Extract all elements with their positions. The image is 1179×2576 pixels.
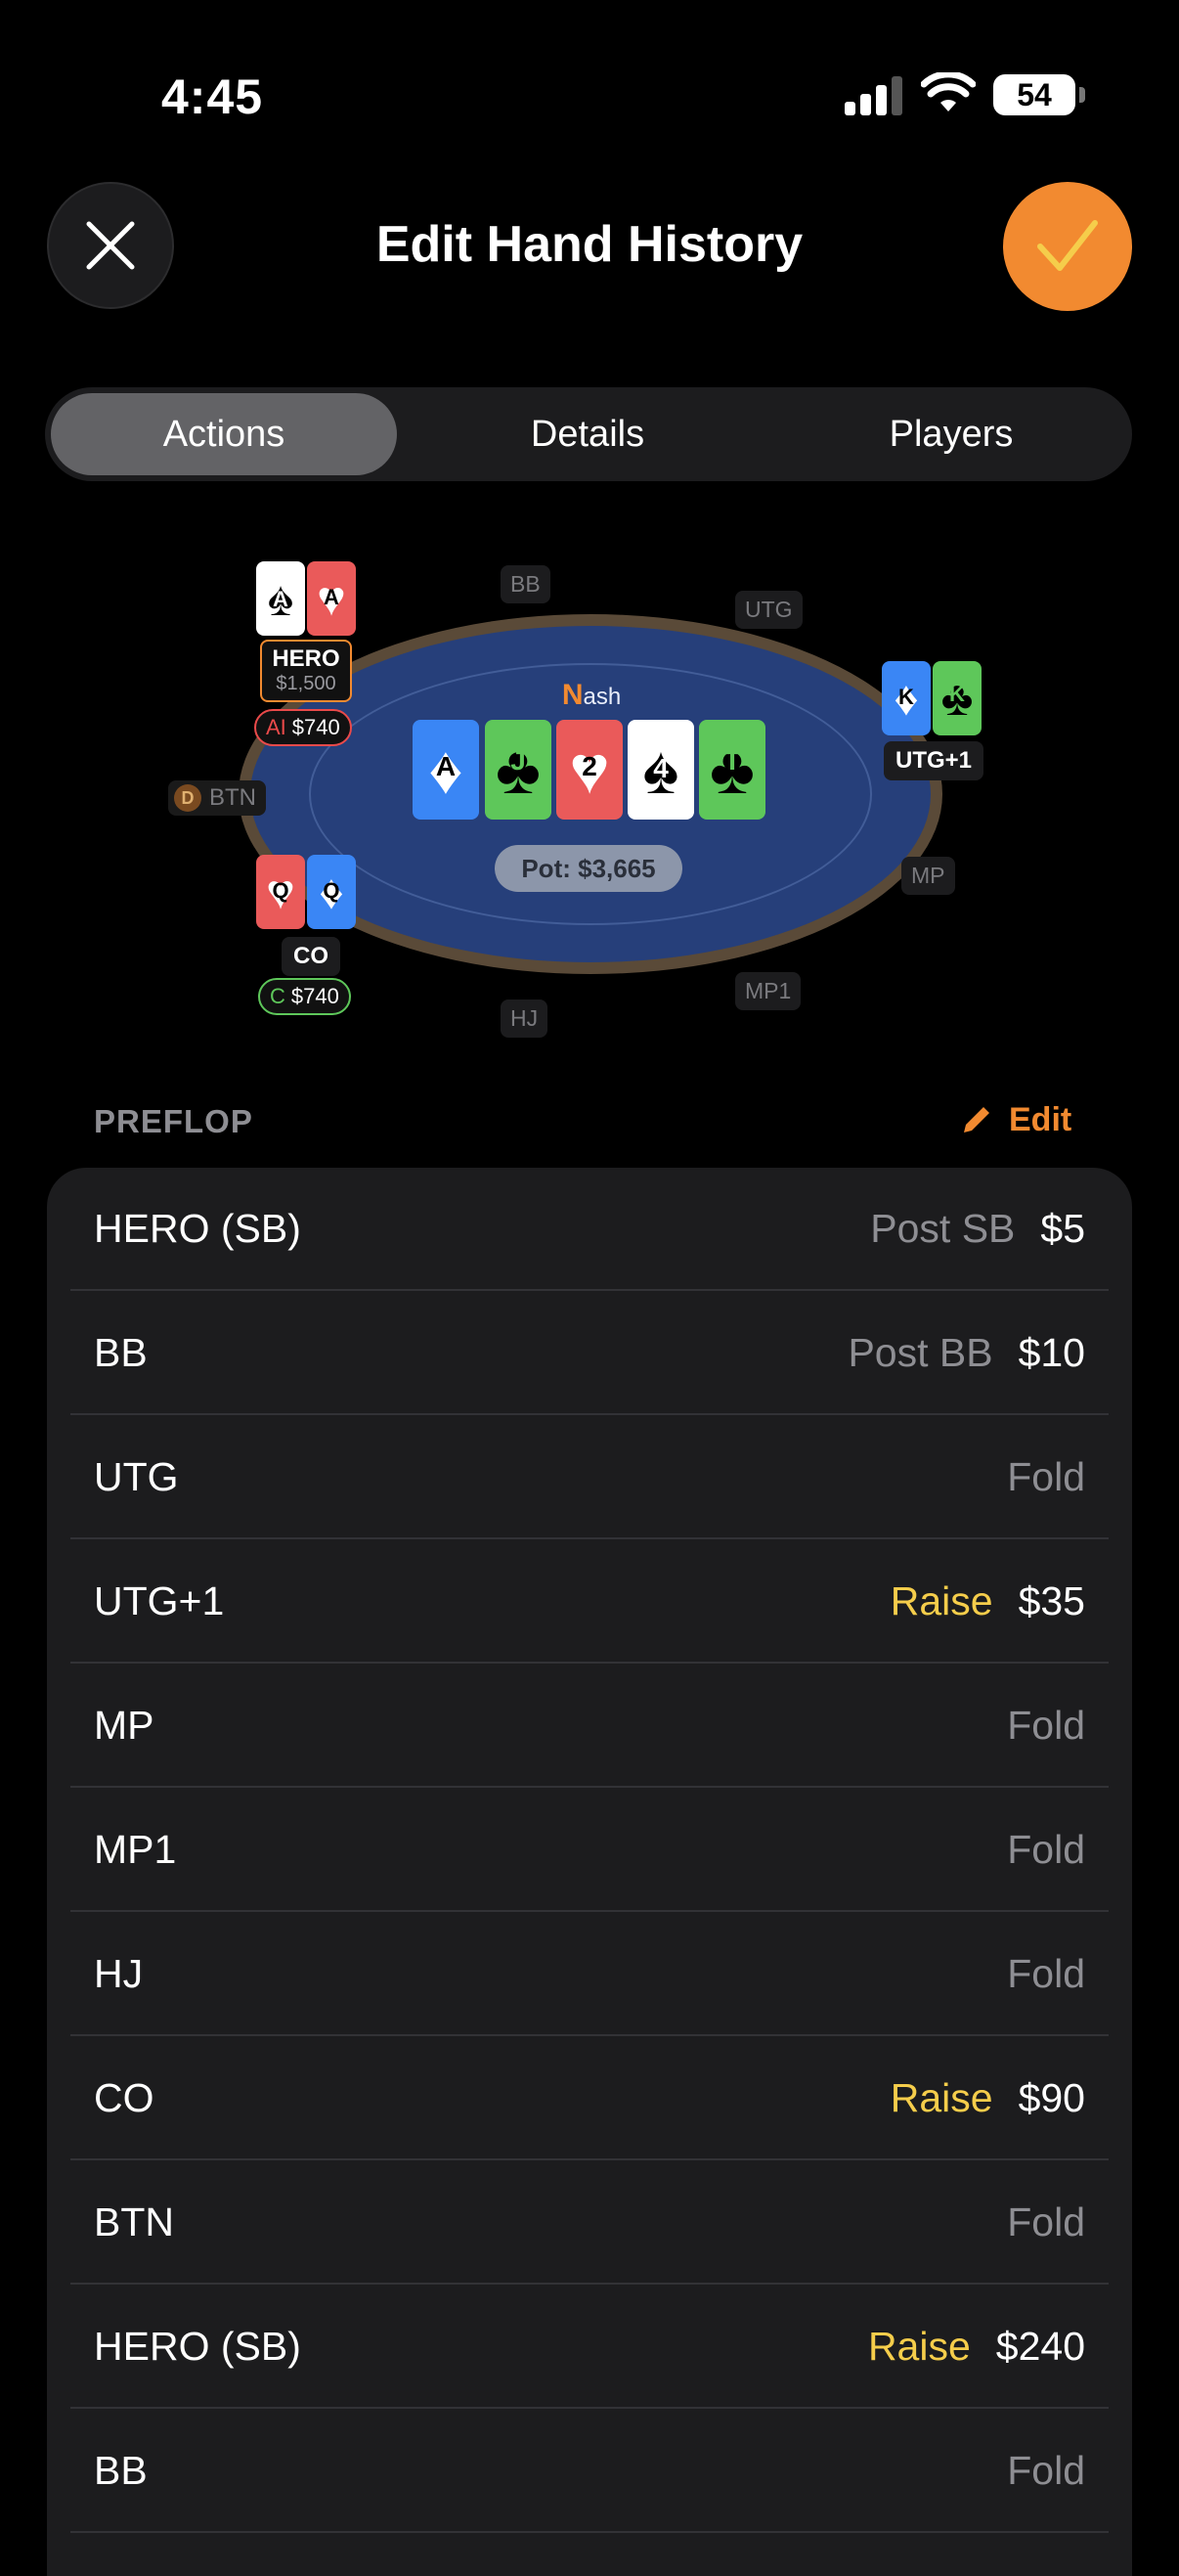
board-card-3: ♥ 2 (556, 720, 623, 820)
seat-utg1[interactable]: UTG+1 (884, 741, 984, 780)
hero-action-tag: AI $740 (254, 709, 352, 746)
action-row[interactable]: UTG Fold (70, 1416, 1109, 1539)
hero-card-1: ♠ A (256, 561, 305, 636)
utg1-card-1: ♦ K (882, 661, 931, 735)
board-card-1: ♦ A (413, 720, 479, 820)
seat-bb[interactable]: BB (501, 565, 550, 603)
seat-btn[interactable]: D BTN (168, 780, 266, 816)
action-row[interactable]: HJ Fold (70, 1913, 1109, 2036)
seat-mp[interactable]: MP (901, 857, 955, 895)
seat-hj[interactable]: HJ (501, 999, 548, 1038)
co-action-tag: C $740 (258, 978, 351, 1015)
board-card-5: ♣ T (699, 720, 765, 820)
co-card-2: ♦ Q (307, 855, 356, 929)
tab-bar: Actions Details Players (45, 387, 1132, 481)
action-row[interactable]: CO Raise $90 (70, 2037, 1109, 2160)
hero-card-2: ♥ A (307, 561, 356, 636)
status-time: 4:45 (161, 69, 264, 124)
action-list: HERO (SB) Post SB $5 BB Post BB $10 UTG Fold … (47, 1168, 1132, 2576)
utg1-card-2: ♣ K (933, 661, 982, 735)
action-row[interactable]: MP1 Fold (70, 1789, 1109, 1912)
tab-players[interactable]: Players (778, 393, 1124, 475)
battery-icon: 54 (993, 74, 1085, 115)
action-row[interactable]: HERO (SB) Raise $240 (70, 2286, 1109, 2409)
action-row[interactable]: HERO (SB) Post SB $5 (70, 1168, 1109, 1291)
action-row[interactable]: BB Fold (70, 2410, 1109, 2533)
wifi-icon (920, 70, 977, 115)
pot-badge: Pot: $3,665 (495, 845, 682, 892)
tab-actions[interactable]: Actions (51, 393, 397, 475)
board-card-2: ♣ J (485, 720, 551, 820)
cellular-signal-icon (845, 76, 903, 115)
action-row[interactable]: BB Post BB $10 (70, 1292, 1109, 1415)
pencil-icon (964, 1106, 989, 1133)
action-row[interactable]: MP Fold (70, 1665, 1109, 1788)
seat-mp1[interactable]: MP1 (735, 972, 802, 1010)
action-row[interactable]: UTG+1 Raise $35 (70, 1540, 1109, 1664)
action-row[interactable]: BTN Fold (70, 2161, 1109, 2285)
hero-seat[interactable]: HERO $1,500 (260, 640, 352, 702)
co-card-1: ♥ Q (256, 855, 305, 929)
save-button[interactable] (1003, 182, 1132, 311)
board-card-4: ♠ 4 (628, 720, 694, 820)
seat-co[interactable]: CO (282, 937, 340, 976)
street-label: PREFLOP (94, 1103, 253, 1139)
table-name: Nash (561, 679, 622, 711)
seat-utg[interactable]: UTG (735, 591, 803, 629)
edit-preflop-button[interactable]: Edit (958, 1101, 1071, 1139)
dealer-button-icon: D (174, 784, 201, 812)
tab-details[interactable]: Details (415, 393, 761, 475)
checkmark-icon (1037, 220, 1098, 271)
